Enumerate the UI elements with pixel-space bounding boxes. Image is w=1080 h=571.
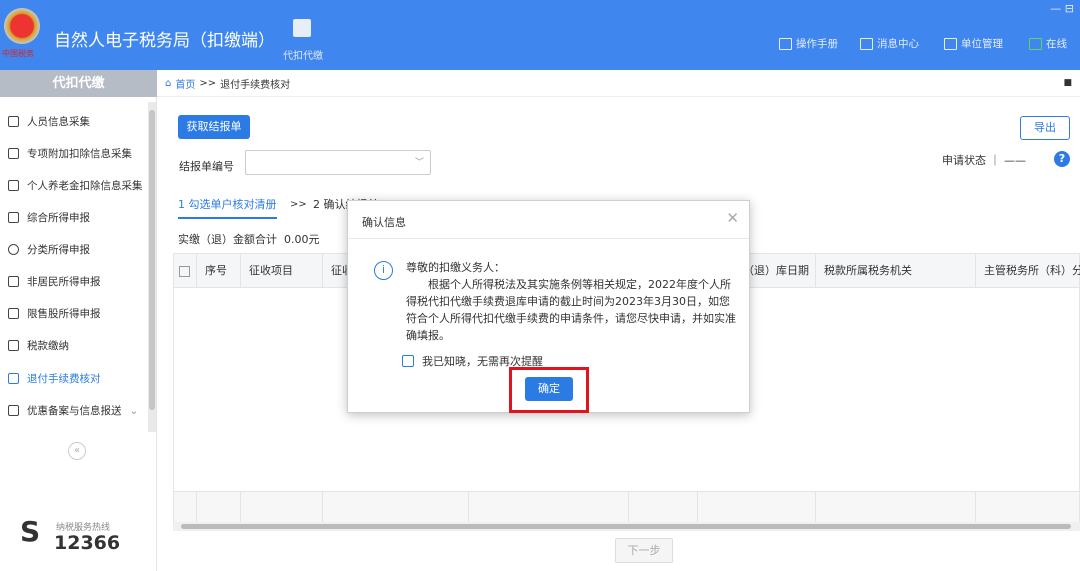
pie-icon (8, 244, 19, 255)
breadcrumb-home[interactable]: 首页 (175, 76, 195, 91)
mail-icon (860, 37, 873, 50)
select-all-checkbox[interactable] (174, 254, 197, 288)
hotline-icon: S (20, 515, 41, 548)
maximize-icon[interactable]: ■ (1063, 78, 1072, 88)
breadcrumb-current: 退付手续费核对 (220, 79, 291, 91)
message-center-button[interactable]: 消息中心 (860, 36, 919, 51)
sidebar-item-nonresident[interactable]: 非居民所得申报 (8, 274, 101, 289)
apply-status: 申请状态 ｜ —— (942, 154, 1026, 167)
module-tab-label[interactable]: 代扣代缴 (283, 47, 323, 62)
list-icon (8, 148, 19, 159)
chevron-down-icon: ﹀ (414, 158, 424, 168)
checkbox[interactable] (402, 355, 414, 367)
report-no-label: 结报单编号 (179, 160, 234, 173)
unit-label: 单位管理 (961, 38, 1003, 50)
next-step-button[interactable]: 下一步 (615, 538, 673, 563)
step-1-tab[interactable]: 1 勾选单户核对清册 (178, 196, 277, 219)
step-separator: >> (290, 199, 307, 210)
building-icon (944, 37, 957, 50)
table-footer (174, 491, 1079, 523)
sidebar-item-label: 个人养老金扣除信息采集 (27, 180, 143, 192)
monitor-icon (1029, 37, 1042, 50)
document-icon (8, 180, 19, 191)
export-button[interactable]: 导出 (1020, 116, 1070, 140)
collapse-sidebar-button[interactable]: « (68, 442, 86, 460)
file-icon (8, 405, 19, 416)
column-header[interactable]: 主管税务所（科）分局 (976, 254, 1080, 288)
sidebar-item-pension[interactable]: 个人养老金扣除信息采集 (8, 178, 143, 193)
dialog-title: 确认信息 (362, 216, 406, 229)
person-icon (8, 276, 19, 287)
manual-icon (779, 37, 792, 50)
sidebar-item-label: 非居民所得申报 (27, 276, 101, 288)
sidebar-item-label: 退付手续费核对 (27, 373, 101, 385)
chevron-down-icon: ⌄ (129, 404, 139, 417)
sidebar-item-label: 综合所得申报 (27, 212, 90, 224)
divider (348, 238, 749, 239)
help-icon[interactable]: ? (1054, 151, 1070, 167)
layers-icon (8, 212, 19, 223)
sidebar-item-fee-refund[interactable]: 退付手续费核对 (8, 371, 101, 386)
sidebar-item-label: 优惠备案与信息报送 (27, 405, 122, 417)
sidebar-item-restricted-stock[interactable]: 限售股所得申报 (8, 306, 101, 321)
horizontal-scrollbar[interactable] (173, 522, 1080, 531)
total-label: 实缴（退）金额合计 (178, 233, 277, 246)
breadcrumb: ⌂ 首页 >> 退付手续费核对 ■ (157, 70, 1080, 97)
sidebar-item-label: 限售股所得申报 (27, 308, 101, 320)
breadcrumb-separator: >> (199, 77, 217, 89)
close-icon[interactable]: ✕ (726, 209, 739, 227)
fetch-report-button[interactable]: 获取结报单 (178, 115, 250, 139)
sidebar-item-personnel[interactable]: 人员信息采集 (8, 114, 90, 129)
message-label: 消息中心 (877, 38, 919, 50)
total-amount: 实缴（退）金额合计 0.00元 (178, 231, 320, 247)
column-header[interactable]: 征收项目 (241, 254, 323, 288)
unit-management-button[interactable]: 单位管理 (944, 36, 1003, 51)
window-controls[interactable]: — ⊟ (1050, 2, 1074, 15)
sidebar-item-label: 专项附加扣除信息采集 (27, 148, 132, 160)
person-icon (8, 116, 19, 127)
column-header[interactable]: 税款所属税务机关 (816, 254, 976, 288)
scrollbar-thumb[interactable] (181, 524, 1071, 529)
folder-icon (8, 340, 19, 351)
sidebar-title: 代扣代缴 (0, 70, 157, 97)
wallet-icon[interactable] (293, 19, 311, 37)
report-no-select[interactable]: ﹀ (245, 150, 431, 175)
info-icon: i (374, 261, 393, 280)
manual-label: 操作手册 (796, 38, 838, 50)
confirm-button[interactable]: 确定 (525, 377, 573, 401)
sidebar-scrollbar[interactable] (148, 102, 156, 432)
sidebar-item-label: 分类所得申报 (27, 244, 90, 256)
sidebar: 代扣代缴 人员信息采集 专项附加扣除信息采集 个人养老金扣除信息采集 综合所得申… (0, 70, 157, 571)
online-label: 在线 (1046, 38, 1067, 50)
home-icon[interactable]: ⌂ (165, 78, 171, 89)
sidebar-item-special-deduction[interactable]: 专项附加扣除信息采集 (8, 146, 132, 161)
sidebar-item-preferential[interactable]: 优惠备案与信息报送 ⌄ (8, 403, 138, 418)
total-value: 0.00元 (284, 233, 320, 246)
app-title: 自然人电子税务局（扣缴端） (54, 31, 275, 51)
sidebar-item-comprehensive[interactable]: 综合所得申报 (8, 210, 90, 225)
sidebar-item-label: 人员信息采集 (27, 116, 90, 128)
dialog-message: 根据个人所得税法及其实施条例等相关规定，2022年度个人所得税代扣代缴手续费退库… (406, 278, 736, 342)
hotline-number: 12366 (54, 532, 121, 554)
receipt-icon (8, 373, 19, 384)
tax-emblem-logo (4, 8, 40, 44)
scrollbar-thumb[interactable] (149, 110, 155, 410)
dialog-greeting: 尊敬的扣缴义务人： (406, 261, 505, 274)
app-header: 中国税务 自然人电子税务局（扣缴端） 代扣代缴 操作手册 消息中心 单位管理 在… (0, 0, 1080, 70)
sidebar-item-classified[interactable]: 分类所得申报 (8, 242, 90, 257)
sidebar-item-label: 税款缴纳 (27, 340, 69, 352)
confirm-dialog: 确认信息 ✕ i 尊敬的扣缴义务人： 根据个人所得税法及其实施条例等相关规定，2… (347, 200, 750, 413)
manual-button[interactable]: 操作手册 (779, 36, 838, 51)
logo-text: 中国税务 (2, 49, 34, 58)
online-status-button[interactable]: 在线 (1029, 36, 1067, 51)
bar-chart-icon (8, 308, 19, 319)
column-header[interactable]: 序号 (197, 254, 241, 288)
sidebar-item-payment[interactable]: 税款缴纳 (8, 338, 69, 353)
